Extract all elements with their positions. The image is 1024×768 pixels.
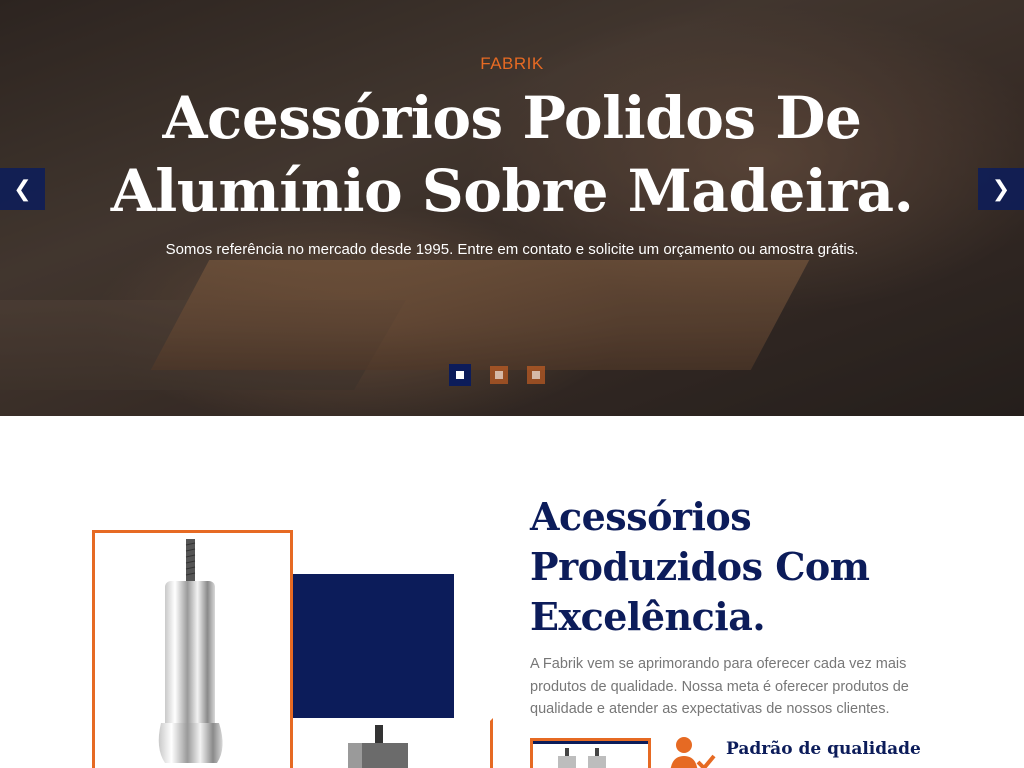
furniture-legs-thumbnail-image [558, 748, 606, 768]
user-quality-icon [670, 737, 716, 768]
slider-dot-1[interactable] [449, 364, 471, 386]
section-title-line-2: Produzidos Com [530, 544, 870, 589]
slider-pagination [449, 364, 545, 386]
slider-dot-2[interactable] [490, 366, 508, 384]
metal-furniture-leg-image [158, 539, 223, 763]
section-title-line-1: Acessórios [530, 494, 752, 539]
feature-thumbnail [530, 738, 651, 768]
decorative-navy-block [293, 574, 454, 718]
slider-prev-button[interactable]: ❮ [0, 168, 45, 210]
section-title: Acessórios Produzidos Com Excelência. [530, 492, 950, 642]
chevron-right-icon: ❯ [991, 176, 1011, 201]
product-image-frame [92, 530, 293, 768]
hero-title: Acessórios Polidos De Alumínio Sobre Mad… [0, 82, 1024, 228]
section-title-line-3: Excelência. [530, 594, 766, 639]
hero-title-line-2: Alumínio Sobre Madeira. [110, 157, 914, 225]
hero-slider: FABRIK Acessórios Polidos De Alumínio So… [0, 0, 1024, 416]
product-image-frame-2 [293, 718, 493, 768]
section-description: A Fabrik vem se aprimorando para oferece… [530, 656, 909, 717]
hero-subtitle: Somos referência no mercado desde 1995. … [165, 241, 859, 258]
hero-title-line-1: Acessórios Polidos De [162, 84, 862, 152]
feature-title: Padrão de qualidade [726, 739, 921, 759]
hero-eyebrow: FABRIK [480, 54, 544, 73]
slider-next-button[interactable]: ❯ [978, 168, 1024, 210]
slider-dot-3[interactable] [527, 366, 545, 384]
chevron-left-icon: ❮ [13, 176, 32, 201]
square-furniture-leg-image [348, 725, 408, 768]
